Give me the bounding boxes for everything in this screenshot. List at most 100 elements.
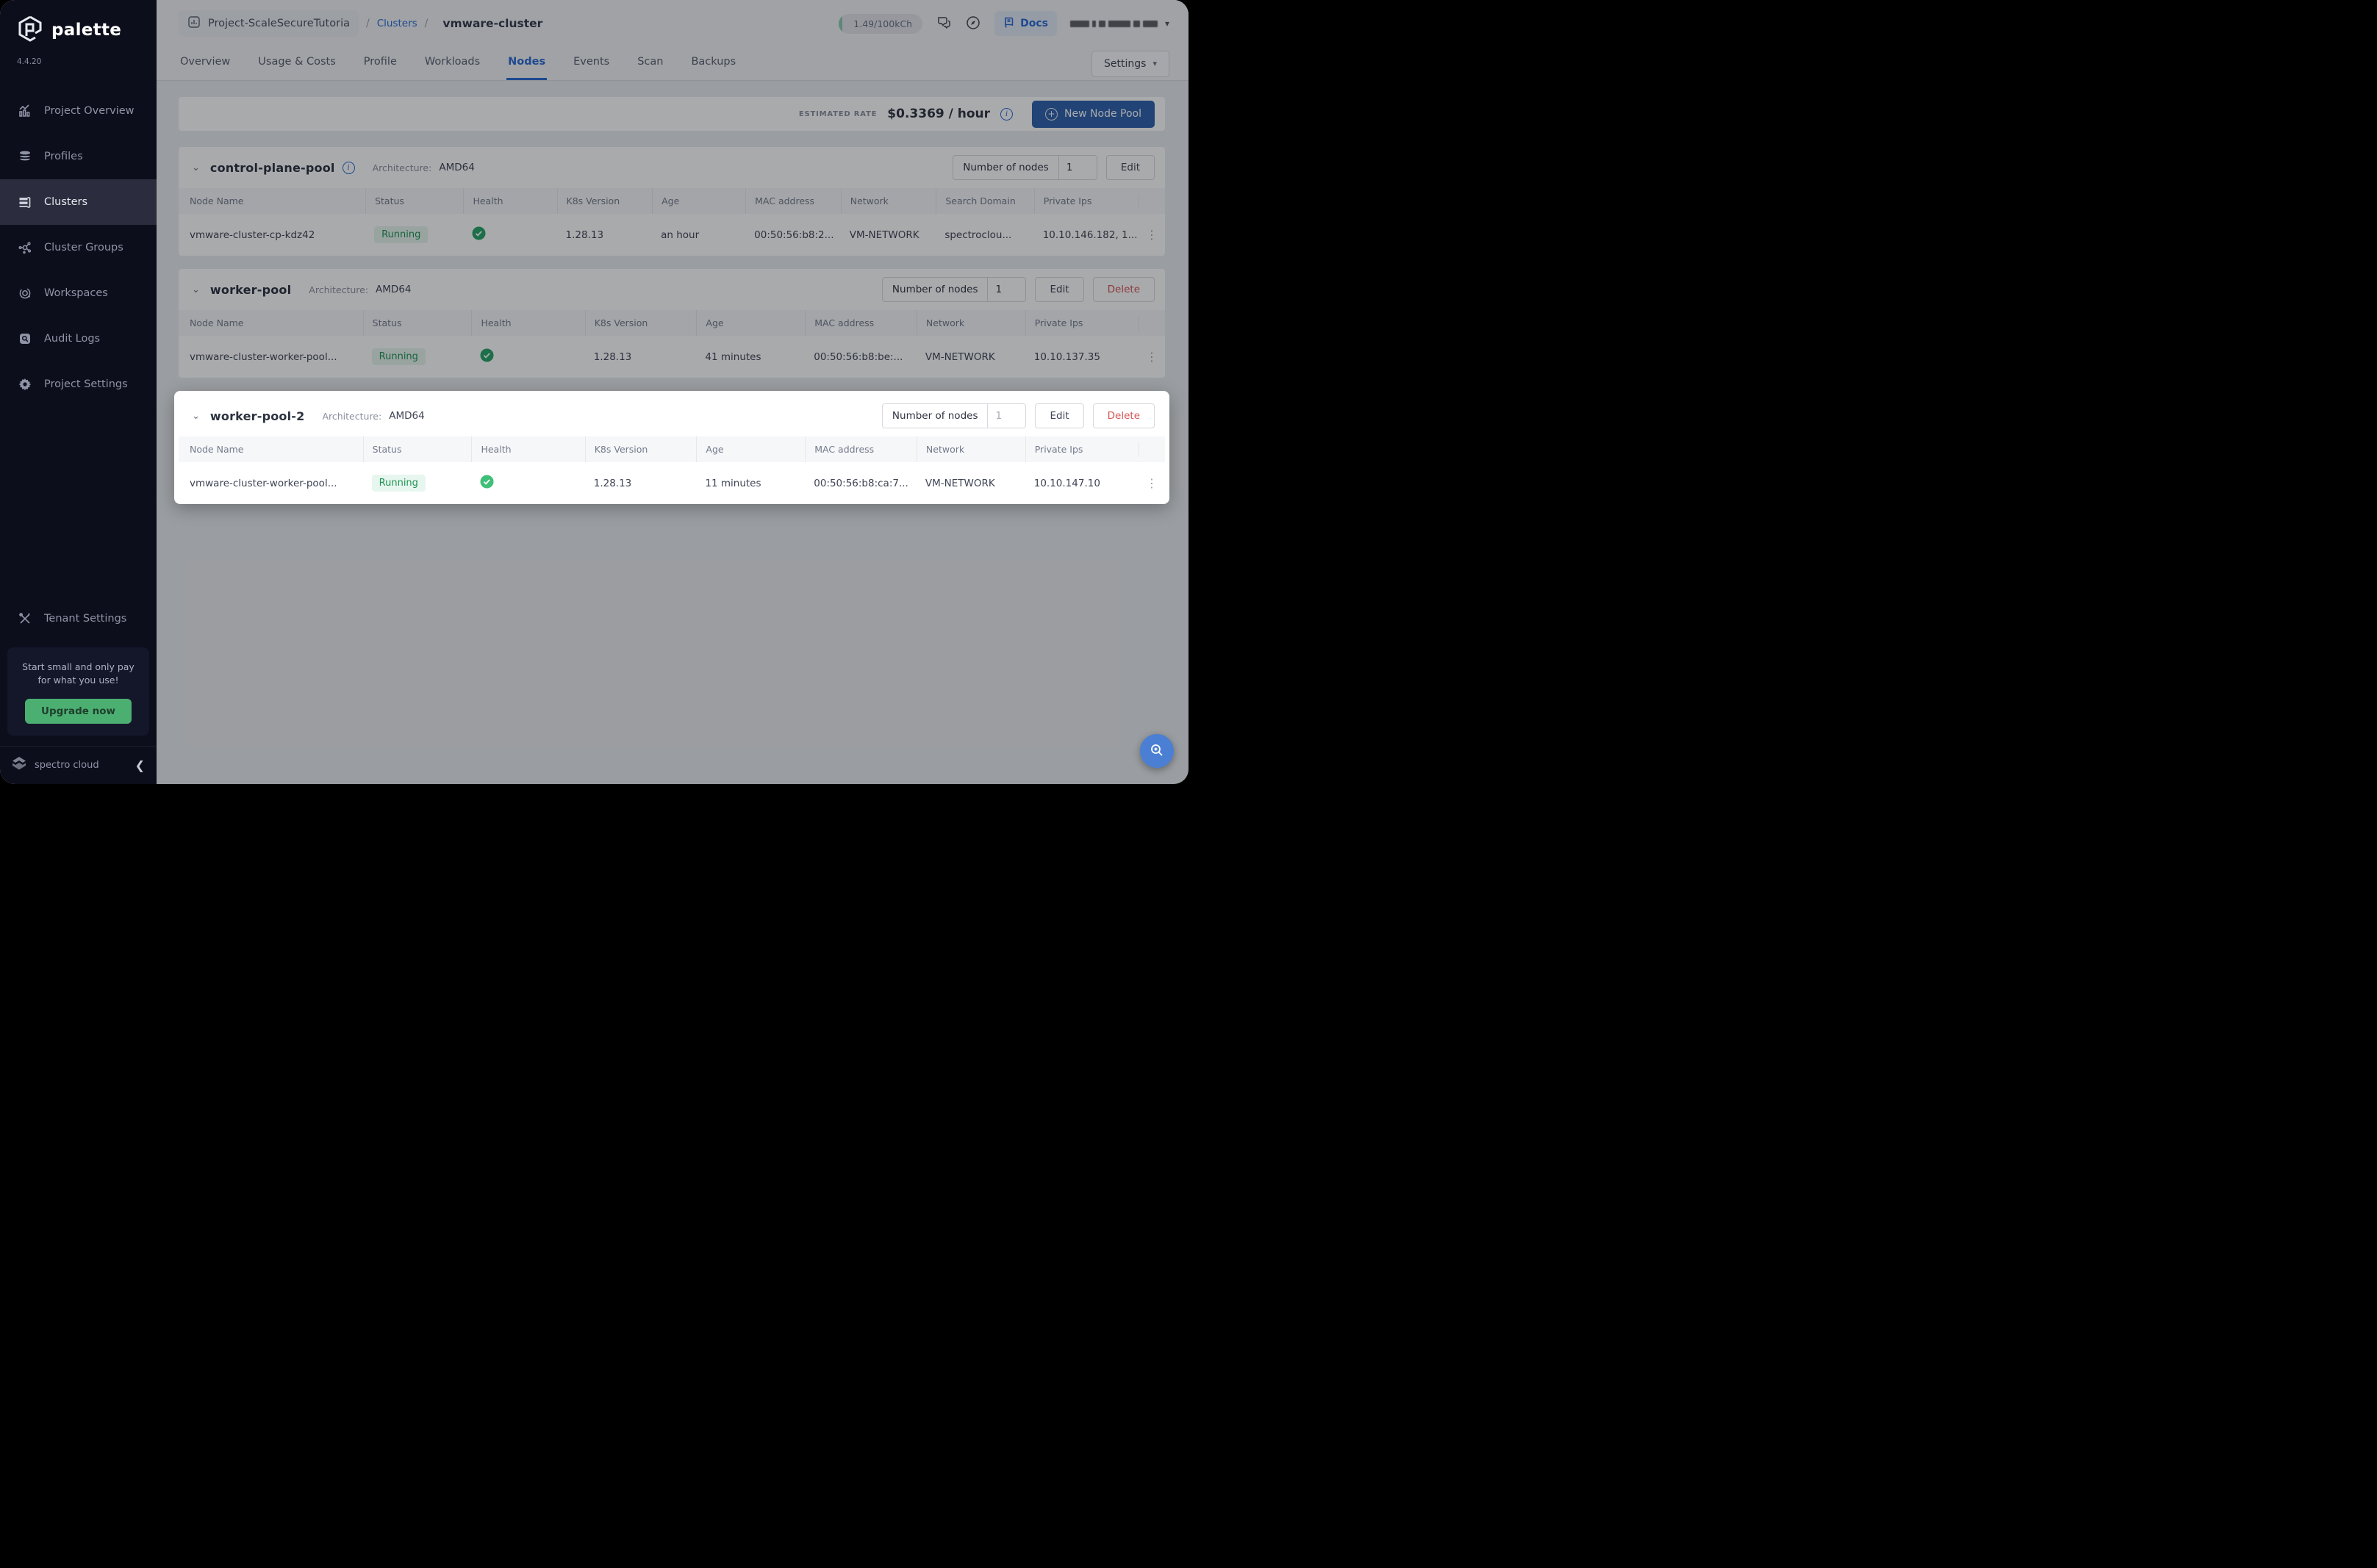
row-actions-kebab-icon[interactable]: ⋮ xyxy=(1139,228,1165,242)
column-header-actions xyxy=(1138,193,1165,209)
sidebar-item-label: Project Settings xyxy=(44,378,128,390)
row-actions-kebab-icon[interactable]: ⋮ xyxy=(1139,476,1165,490)
column-header: K8s Version xyxy=(584,436,697,462)
explore-button[interactable] xyxy=(965,15,981,33)
table-header-row: Node Name Status Health K8s Version Age … xyxy=(179,310,1165,336)
column-header: Age xyxy=(696,436,805,462)
sidebar-item-cluster-groups[interactable]: Cluster Groups xyxy=(0,225,157,270)
user-menu[interactable]: ▾ xyxy=(1069,18,1169,29)
sidebar-nav: Project Overview Profiles Clusters Clust… xyxy=(0,88,157,407)
column-header: MAC address xyxy=(745,188,841,214)
main-area: Project-ScaleSecureTutoria / Clusters / … xyxy=(157,0,1188,784)
book-icon xyxy=(1003,16,1015,31)
brand-name: palette xyxy=(51,21,122,40)
breadcrumb-clusters-link[interactable]: Clusters xyxy=(377,18,417,29)
edit-pool-button[interactable]: Edit xyxy=(1105,155,1155,180)
column-header: Network xyxy=(916,436,1025,462)
sidebar-item-tenant-settings[interactable]: Tenant Settings xyxy=(0,596,157,641)
pool-name: control-plane-pool xyxy=(209,160,335,175)
pool-header: ⌄ worker-pool-2 Architecture: AMD64 Numb… xyxy=(179,395,1165,436)
tab-usage-costs[interactable]: Usage & Costs xyxy=(257,47,337,80)
layers-icon xyxy=(17,149,33,164)
tab-profile[interactable]: Profile xyxy=(362,47,398,80)
architecture-value: AMD64 xyxy=(389,410,425,422)
palette-logo-icon xyxy=(16,15,44,46)
column-header: Search Domain xyxy=(936,188,1033,214)
sidebar-item-profiles[interactable]: Profiles xyxy=(0,134,157,179)
sidebar-item-audit-logs[interactable]: Audit Logs xyxy=(0,316,157,362)
edit-pool-button[interactable]: Edit xyxy=(1035,277,1084,302)
breadcrumb-current-cluster: vmware-cluster xyxy=(442,17,543,30)
pool-header: ⌄ worker-pool Architecture: AMD64 Number… xyxy=(179,269,1165,310)
column-header: Node Name xyxy=(190,317,244,328)
delete-pool-button[interactable]: Delete xyxy=(1092,403,1155,428)
number-of-nodes-value[interactable]: 1 xyxy=(1058,156,1097,179)
column-header: Health xyxy=(471,310,584,336)
top-bar: Project-ScaleSecureTutoria / Clusters / … xyxy=(179,7,1169,40)
edit-pool-button[interactable]: Edit xyxy=(1035,403,1084,428)
status-cell: Running xyxy=(363,336,472,378)
app-version: 4.4.20 xyxy=(17,57,42,66)
chat-icon xyxy=(936,15,952,33)
pool-info-icon[interactable]: i xyxy=(342,161,355,174)
sidebar-item-project-overview[interactable]: Project Overview xyxy=(0,88,157,134)
project-selector[interactable]: Project-ScaleSecureTutoria xyxy=(179,10,359,37)
node-pool-section-worker-pool-2: ⌄ worker-pool-2 Architecture: AMD64 Numb… xyxy=(174,391,1169,504)
number-of-nodes-label: Number of nodes xyxy=(963,162,1049,173)
mac-address-cell: 00:50:56:b8:be:... xyxy=(814,350,903,363)
sidebar-item-label: Tenant Settings xyxy=(44,612,127,625)
table-row: vmware-cluster-worker-pool... Running 1.… xyxy=(179,462,1165,504)
column-header: Private Ips xyxy=(1033,188,1139,214)
search-domain-cell: spectroclou... xyxy=(944,229,1012,241)
upgrade-now-button[interactable]: Upgrade now xyxy=(25,699,132,724)
tab-scan[interactable]: Scan xyxy=(636,47,664,80)
usage-quota-badge[interactable]: 1.49/100kCh xyxy=(839,13,923,34)
tab-nodes[interactable]: Nodes xyxy=(506,47,548,80)
column-header: Private Ips xyxy=(1025,310,1139,336)
health-cell xyxy=(463,214,556,256)
health-check-icon xyxy=(472,226,486,243)
sidebar-item-label: Cluster Groups xyxy=(44,242,123,253)
column-header: K8s Version xyxy=(584,310,697,336)
number-of-nodes-value[interactable]: 1 xyxy=(987,404,1025,428)
new-node-pool-button[interactable]: + New Node Pool xyxy=(1032,100,1155,128)
compass-icon xyxy=(965,15,981,33)
collapse-pool-icon[interactable]: ⌄ xyxy=(189,162,203,173)
column-header-actions xyxy=(1138,442,1165,457)
tab-backups[interactable]: Backups xyxy=(689,47,737,80)
row-actions-kebab-icon[interactable]: ⋮ xyxy=(1139,350,1165,364)
sidebar-bottom: Tenant Settings Start small and only pay… xyxy=(0,596,157,784)
k8s-version-cell: 1.28.13 xyxy=(593,350,632,363)
info-icon[interactable]: i xyxy=(1000,107,1014,121)
tab-overview[interactable]: Overview xyxy=(179,47,232,80)
collapse-pool-icon[interactable]: ⌄ xyxy=(189,284,203,295)
settings-button[interactable]: Settings ▾ xyxy=(1091,50,1169,77)
sidebar-item-workspaces[interactable]: Workspaces xyxy=(0,270,157,316)
chat-button[interactable] xyxy=(936,15,952,33)
private-ips-cell: 10.10.137.35 xyxy=(1033,350,1100,363)
sidebar-item-project-settings[interactable]: Project Settings xyxy=(0,362,157,407)
column-header: Status xyxy=(362,310,472,336)
collapse-pool-icon[interactable]: ⌄ xyxy=(189,411,203,422)
sidebar-item-clusters[interactable]: Clusters xyxy=(0,179,157,225)
nodes-content: ESTIMATED RATE $0.3369 / hour i + New No… xyxy=(157,81,1188,784)
delete-pool-button[interactable]: Delete xyxy=(1092,277,1155,302)
redacted-username-block xyxy=(1069,20,1089,27)
health-cell xyxy=(471,462,584,504)
table-row: vmware-cluster-worker-pool... Running 1.… xyxy=(179,336,1165,378)
column-header: MAC address xyxy=(805,436,917,462)
pool-header: ⌄ control-plane-pool i Architecture: AMD… xyxy=(179,147,1165,188)
redacted-username-block xyxy=(1142,20,1158,27)
tab-workloads[interactable]: Workloads xyxy=(423,47,481,80)
breadcrumb-separator: / xyxy=(365,18,370,29)
collapse-sidebar-icon[interactable]: ❮ xyxy=(135,758,145,772)
sidebar-item-label: Project Overview xyxy=(44,105,135,117)
tab-events[interactable]: Events xyxy=(572,47,611,80)
network-cell: VM-NETWORK xyxy=(925,350,995,363)
spectro-cloud-logo-icon xyxy=(10,756,28,775)
number-of-nodes-value[interactable]: 1 xyxy=(987,278,1025,301)
tools-icon xyxy=(17,611,33,626)
search-fab-button[interactable] xyxy=(1140,734,1174,768)
footer-brand: spectro cloud xyxy=(35,760,99,771)
docs-button[interactable]: Docs xyxy=(994,11,1057,36)
